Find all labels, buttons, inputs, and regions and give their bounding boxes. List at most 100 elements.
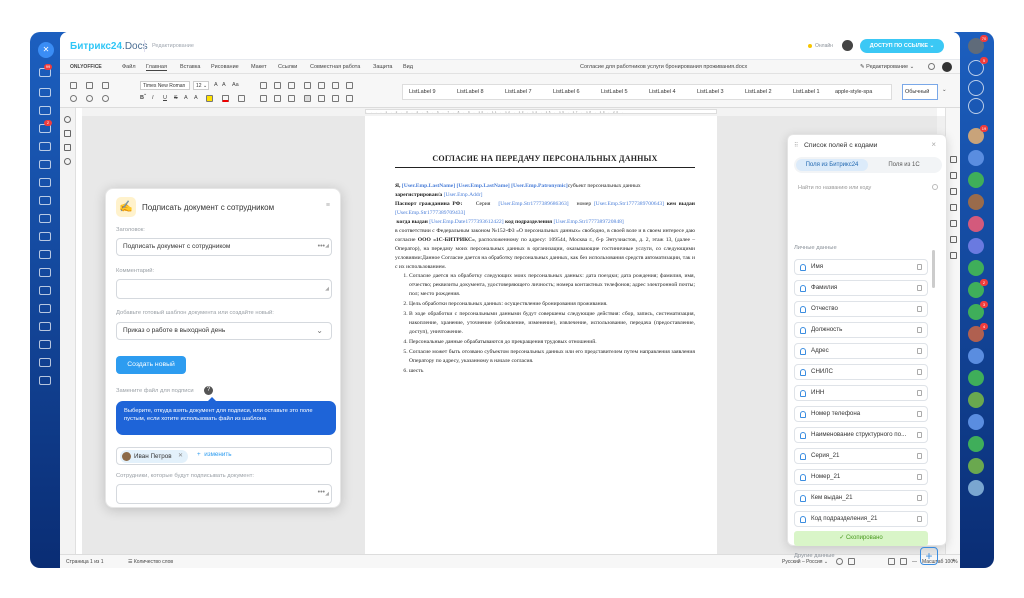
style-item[interactable]: ListLabel 3	[697, 89, 724, 95]
create-new-button[interactable]: Создать новый	[116, 356, 186, 374]
field-item[interactable]: Серия_21	[794, 448, 928, 464]
signature-settings-icon[interactable]	[950, 236, 957, 243]
resize-handle-icon[interactable]: ◢	[325, 281, 329, 297]
tab-view[interactable]: Вид	[403, 64, 413, 70]
zoom-out-button[interactable]: —	[912, 559, 917, 565]
multilevel-list-icon[interactable]	[288, 82, 295, 89]
avatar[interactable]	[968, 414, 984, 430]
fit-page-icon[interactable]	[888, 558, 895, 565]
tab-references[interactable]: Ссылки	[278, 64, 297, 70]
avatar[interactable]	[968, 392, 984, 408]
link-access-button[interactable]: ДОСТУП ПО ССЫЛКЕ ⌄	[860, 39, 944, 53]
shop-icon[interactable]	[39, 232, 51, 241]
form-settings-icon[interactable]	[950, 252, 957, 259]
copy-icon[interactable]	[917, 453, 922, 459]
tab-home[interactable]: Главная	[146, 64, 167, 71]
style-item[interactable]: ListLabel 2	[745, 89, 772, 95]
search-icon[interactable]	[64, 116, 71, 123]
market-icon[interactable]	[39, 358, 51, 367]
sites-icon[interactable]	[39, 214, 51, 223]
field-item[interactable]: Кем выдан_21	[794, 490, 928, 506]
user-avatar[interactable]	[942, 62, 952, 72]
employee-selector[interactable]: Иван Петров ✕ + изменить	[116, 447, 332, 465]
undo-icon[interactable]	[86, 95, 93, 102]
copy-icon[interactable]	[917, 348, 922, 354]
signers-input[interactable]: ••• ◢	[116, 484, 332, 504]
globe-icon[interactable]	[836, 558, 843, 565]
search-icon[interactable]	[968, 80, 984, 96]
copy-icon[interactable]	[917, 516, 922, 522]
style-item[interactable]: ListLabel 7	[505, 89, 532, 95]
copy-icon[interactable]	[917, 327, 922, 333]
bullet-list-icon[interactable]	[260, 82, 267, 89]
avatar[interactable]	[968, 150, 984, 166]
clear-format-icon[interactable]	[238, 95, 245, 102]
drive-icon[interactable]	[39, 142, 51, 151]
analytics-icon[interactable]	[39, 304, 51, 313]
search-icon[interactable]	[928, 63, 935, 70]
field-item[interactable]: Имя	[794, 259, 928, 275]
field-item[interactable]: Номер телефона	[794, 406, 928, 422]
fit-width-icon[interactable]	[900, 558, 907, 565]
avatar[interactable]	[968, 436, 984, 452]
crm-icon[interactable]	[39, 196, 51, 205]
copy-icon[interactable]	[917, 411, 922, 417]
tab-protection[interactable]: Защита	[373, 64, 393, 70]
copy-icon[interactable]	[917, 369, 922, 375]
settings-icon[interactable]	[39, 340, 51, 349]
navigation-icon[interactable]	[64, 144, 71, 151]
field-item[interactable]: Адрес	[794, 343, 928, 359]
chart-settings-icon[interactable]	[950, 220, 957, 227]
copy-style-icon[interactable]	[346, 95, 353, 102]
zoom-in-button[interactable]: +	[952, 558, 955, 564]
tab-insert[interactable]: Вставка	[180, 64, 200, 70]
highlight-icon[interactable]	[206, 95, 213, 102]
field-item[interactable]: Фамилия	[794, 280, 928, 296]
style-item[interactable]: ListLabel 8	[457, 89, 484, 95]
more-icon[interactable]: •••	[318, 485, 325, 501]
style-item[interactable]: ListLabel 4	[649, 89, 676, 95]
copy-icon[interactable]	[917, 474, 922, 480]
help-icon[interactable]: ?	[204, 386, 213, 395]
avatar[interactable]	[968, 216, 984, 232]
tab-1c-fields[interactable]: Поля из 1С	[868, 159, 940, 171]
strike-button[interactable]: S	[174, 95, 178, 101]
bold-button[interactable]: B	[140, 95, 144, 101]
align-center-icon[interactable]	[274, 95, 281, 102]
font-size-select[interactable]: 12 ⌄	[193, 81, 209, 90]
scrollbar[interactable]	[932, 250, 935, 288]
add-field-button[interactable]: +	[920, 547, 938, 565]
sign-icon[interactable]	[39, 268, 51, 277]
chevron-down-icon[interactable]: ⌄	[942, 87, 947, 93]
redo-icon[interactable]	[102, 95, 109, 102]
copy-icon[interactable]	[917, 264, 922, 270]
field-item[interactable]: СНИЛС	[794, 364, 928, 380]
avatar[interactable]	[968, 348, 984, 364]
indent-decrease-icon[interactable]	[304, 82, 311, 89]
copy-icon[interactable]	[86, 82, 93, 89]
employee-chip[interactable]: Иван Петров ✕	[120, 450, 188, 463]
avatar[interactable]	[968, 480, 984, 496]
align-left-icon[interactable]	[260, 95, 267, 102]
groups-icon[interactable]	[39, 178, 51, 187]
print-icon[interactable]	[70, 95, 77, 102]
grow-font-button[interactable]: A	[214, 82, 218, 88]
info-icon[interactable]	[64, 158, 71, 165]
font-family-select[interactable]: Times New Roman ⌄	[140, 81, 190, 97]
close-icon[interactable]: ✕	[178, 450, 183, 463]
field-search-input[interactable]: Найти по названию или коду	[794, 181, 942, 195]
copy-icon[interactable]	[917, 306, 922, 312]
mail-icon[interactable]	[39, 160, 51, 169]
tab-layout[interactable]: Макет	[251, 64, 267, 70]
avatar[interactable]	[968, 458, 984, 474]
italic-button[interactable]: I	[152, 95, 154, 101]
avatar[interactable]	[968, 172, 984, 188]
template-select[interactable]: Приказ о работе в выходной день ⌄	[116, 322, 332, 340]
line-spacing-icon[interactable]	[332, 82, 339, 89]
tab-bitrix24-fields[interactable]: Поля из Битрикс24	[796, 159, 868, 171]
automation-icon[interactable]	[39, 250, 51, 259]
paste-icon[interactable]	[102, 82, 109, 89]
numbered-list-icon[interactable]	[274, 82, 281, 89]
shrink-font-button[interactable]: A	[222, 82, 226, 88]
align-justify-icon[interactable]	[304, 95, 311, 102]
